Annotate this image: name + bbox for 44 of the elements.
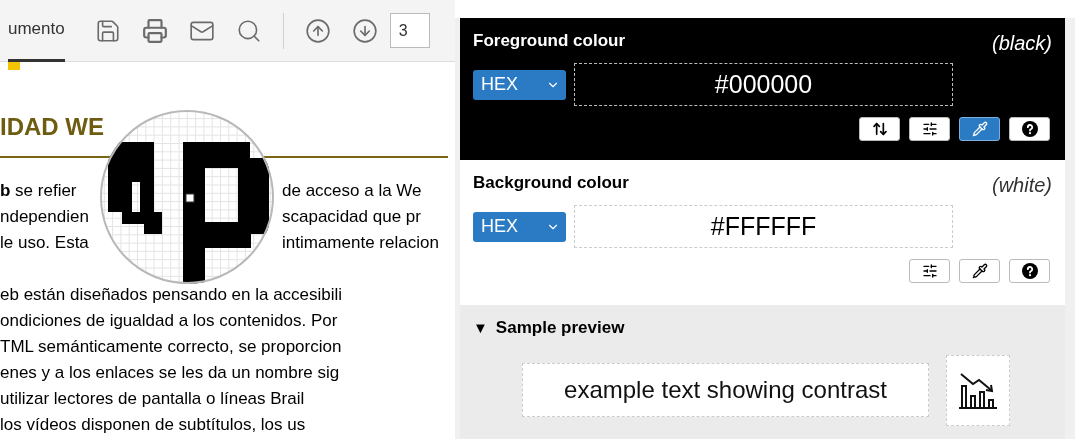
paragraph-text: utilizar lectores de pantalla o líneas Brail [0,388,306,410]
save-icon[interactable] [94,17,121,44]
chart-icon [957,370,999,410]
section-title: Background colour [473,172,629,194]
paragraph-text: le uso. Esta [0,232,90,254]
paragraph-text: enes y a los enlaces se les da un nombre sig [0,362,341,384]
tool-button[interactable] [909,259,950,283]
tool-button[interactable] [909,117,950,141]
paragraph-text: TML semánticamente correcto, se proporcion [0,336,343,358]
section-title: Foreground colour [473,30,626,52]
paragraph-text: scapacidad que pr [282,206,421,228]
arrow-down-icon[interactable] [351,17,378,44]
format-select[interactable]: HEX [473,211,566,242]
help-icon [1021,263,1038,279]
colour-value-field[interactable]: #FFFFFF [574,205,953,248]
colour-name: (white) [992,173,1052,198]
disclosure-toggle[interactable]: ▼ [473,316,488,339]
paragraph-text: b se refier [0,180,78,202]
format-select[interactable]: HEX [473,69,566,100]
colour-name: (black) [992,31,1052,56]
highlight-marker [8,62,20,70]
tool-button[interactable] [1009,117,1050,141]
page-field[interactable]: 3 [389,13,430,48]
printer-icon[interactable] [141,17,168,44]
paragraph-text: los vídeos disponen de subtítulos, los us [0,414,307,436]
colour-value-field[interactable]: #000000 [574,63,953,106]
eyedropper-icon [971,263,988,279]
sample-text: example text showing contrast [522,363,929,417]
tool-button[interactable] [859,117,900,141]
arrow-up-icon[interactable] [304,17,331,44]
paragraph-text: ondiciones de igualdad a los contenidos. Por [0,310,339,332]
tool-button[interactable] [959,259,1000,283]
tool-button[interactable] [1009,259,1050,283]
paragraph-text: ndependien [0,206,90,228]
paragraph-text: de acceso a la We [282,180,422,202]
help-icon [1021,121,1038,137]
paragraph-text: eb están diseñados pensando en la accesibili [0,284,344,306]
swap-icon [871,121,888,137]
sliders-icon [921,263,938,279]
paragraph-text: intimamente relacion [282,232,439,254]
eyedropper-icon [971,121,988,137]
sliders-icon [921,121,938,137]
preview-title: Sample preview [495,317,625,339]
chart-button[interactable] [946,354,1010,426]
